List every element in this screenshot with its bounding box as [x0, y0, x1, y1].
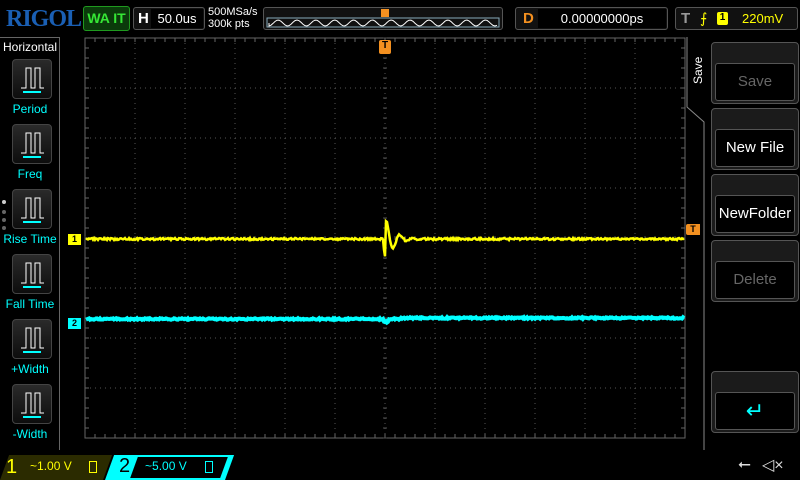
bandwidth-limit-icon	[205, 461, 213, 473]
bandwidth-limit-icon	[89, 461, 97, 473]
mute-icon[interactable]: ◁×	[762, 455, 784, 475]
scale-value: 1.00 V	[37, 459, 72, 473]
trigger-position-marker[interactable]: T	[379, 40, 391, 54]
rising-edge-icon: ⨍	[700, 10, 707, 27]
memory-overview[interactable]	[263, 7, 503, 30]
scale-value: 5.00 V	[152, 459, 187, 473]
channel-2-scale[interactable]: ~5.00 V	[145, 459, 187, 473]
trigger-level: 220mV	[742, 11, 783, 26]
delay-key: D	[523, 10, 534, 27]
channel-1-number: 1	[6, 456, 17, 479]
rigol-logo: RIGOL	[6, 6, 81, 33]
channel-1-marker[interactable]: 1	[68, 234, 81, 245]
coupling-ac-icon: ~	[30, 459, 37, 473]
acquisition-info: 500MSa/s 300k pts	[208, 6, 258, 30]
channel-2-marker[interactable]: 2	[68, 318, 81, 329]
memory-waveform-icon	[264, 8, 502, 29]
delay-display[interactable]: D 0.00000000ps	[515, 7, 668, 30]
delay-value: 0.00000000ps	[538, 9, 666, 28]
trigger-key: T	[681, 10, 690, 27]
horizontal-key: H	[138, 10, 149, 27]
trigger-display[interactable]: T ⨍ 1 220mV	[675, 7, 798, 30]
waveform-display[interactable]	[0, 37, 800, 450]
timebase-value: 50.0us	[151, 9, 203, 28]
trigger-source: 1	[717, 12, 728, 25]
timebase-display[interactable]: H 50.0us	[133, 7, 205, 30]
channel-2-number: 2	[119, 455, 130, 478]
usb-icon: ⭠	[738, 456, 751, 474]
memory-depth: 300k pts	[208, 18, 258, 30]
channel-1-trace	[86, 221, 684, 256]
channel-1-scale[interactable]: ~1.00 V	[30, 459, 72, 473]
coupling-ac-icon: ~	[145, 459, 152, 473]
trigger-level-marker[interactable]: T	[686, 224, 700, 235]
sample-rate: 500MSa/s	[208, 6, 258, 18]
run-status-button[interactable]: WA IT	[83, 6, 130, 31]
